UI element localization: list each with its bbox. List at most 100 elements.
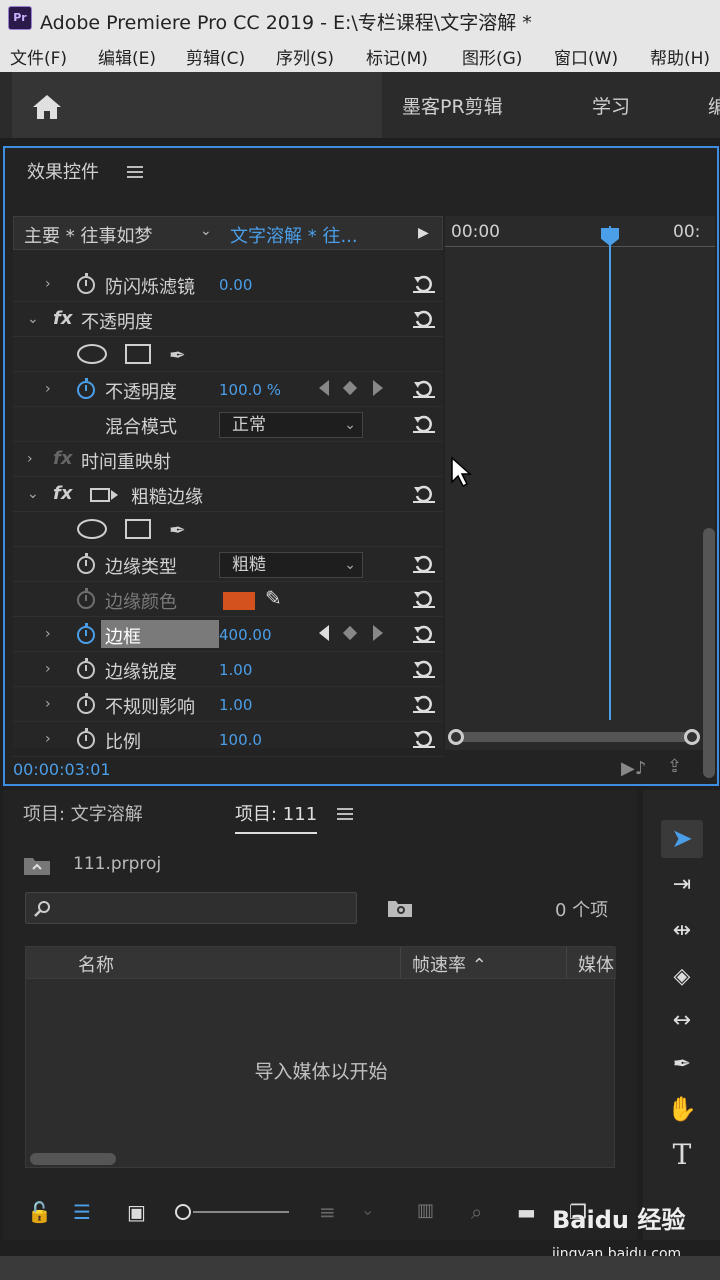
menu-graphics[interactable]: 图形(G) bbox=[462, 44, 522, 69]
panel-title[interactable]: 效果控件 bbox=[27, 158, 99, 184]
sequence-clip-label[interactable]: 文字溶解 * 往... bbox=[230, 222, 358, 248]
search-input[interactable] bbox=[25, 892, 357, 924]
zoom-slider-handle[interactable] bbox=[175, 1204, 191, 1220]
ellipse-mask-icon[interactable] bbox=[77, 344, 107, 364]
new-bin-icon[interactable]: ▬ bbox=[517, 1200, 536, 1224]
workspace-tab-custom[interactable]: 墨客PR剪辑 bbox=[402, 92, 503, 119]
type-tool-icon[interactable]: T bbox=[661, 1136, 703, 1174]
icon-view-icon[interactable]: ▣ bbox=[127, 1200, 146, 1224]
slip-tool-icon[interactable]: ↔ bbox=[661, 1002, 703, 1040]
chevron-right-icon[interactable]: › bbox=[45, 626, 51, 642]
effect-timeline[interactable]: 00:00 00: bbox=[445, 216, 715, 750]
property-value[interactable]: 1.00 bbox=[219, 696, 252, 714]
chevron-down-icon[interactable]: ⌄ bbox=[27, 311, 39, 327]
stopwatch-icon[interactable] bbox=[77, 553, 95, 574]
chevron-down-icon[interactable]: ⌄ bbox=[27, 486, 39, 502]
play-right-icon[interactable]: ▶ bbox=[418, 225, 429, 241]
workspace-tab-edit[interactable]: 编 bbox=[708, 92, 720, 119]
menu-marker[interactable]: 标记(M) bbox=[366, 44, 428, 69]
workspace-tab-learning[interactable]: 学习 bbox=[592, 92, 630, 119]
playhead-line[interactable] bbox=[609, 226, 611, 720]
fx-icon[interactable]: fx bbox=[53, 483, 72, 504]
pen-mask-icon[interactable]: ✒ bbox=[169, 518, 186, 542]
chevron-down-icon[interactable]: ⌄ bbox=[200, 223, 212, 239]
chevron-right-icon[interactable]: › bbox=[27, 451, 33, 467]
horizontal-scrollbar[interactable] bbox=[30, 1153, 116, 1165]
add-keyframe-icon[interactable] bbox=[342, 380, 358, 396]
add-keyframe-icon[interactable] bbox=[342, 625, 358, 641]
master-clip-label[interactable]: 主要 * 往事如梦 bbox=[24, 222, 152, 248]
menu-file[interactable]: 文件(F) bbox=[10, 44, 67, 69]
fx-icon[interactable]: fx bbox=[53, 308, 72, 329]
pen-mask-icon[interactable]: ✒ bbox=[169, 343, 186, 367]
vertical-scrollbar[interactable] bbox=[703, 528, 715, 778]
fx-icon[interactable]: fx bbox=[53, 448, 72, 469]
tab-project-text-dissolve[interactable]: 项目: 文字溶解 bbox=[23, 800, 143, 826]
selection-tool-icon[interactable]: ➤ bbox=[661, 820, 703, 858]
reset-icon[interactable] bbox=[413, 379, 435, 399]
chevron-down-icon[interactable]: ⌄ bbox=[361, 1200, 374, 1219]
zoom-slider-track[interactable] bbox=[193, 1211, 289, 1213]
export-icon[interactable]: ⇪ bbox=[667, 756, 682, 777]
sort-icon[interactable]: ≡ bbox=[319, 1200, 336, 1224]
timecode[interactable]: 00:00:03:01 bbox=[13, 760, 111, 779]
reset-icon[interactable] bbox=[413, 414, 435, 434]
property-value[interactable]: 0.00 bbox=[219, 276, 252, 294]
chevron-right-icon[interactable]: › bbox=[45, 381, 51, 397]
playhead-handle[interactable] bbox=[601, 228, 619, 246]
blend-mode-dropdown[interactable]: 正常 ⌄ bbox=[219, 412, 363, 438]
menu-edit[interactable]: 编辑(E) bbox=[98, 44, 156, 69]
reset-icon[interactable] bbox=[413, 659, 435, 679]
pen-tool-icon[interactable]: ✒ bbox=[661, 1046, 703, 1084]
find-icon[interactable]: ⌕ bbox=[471, 1200, 482, 1224]
reset-icon[interactable] bbox=[413, 729, 435, 749]
stopwatch-icon[interactable] bbox=[77, 728, 95, 749]
panel-menu-icon[interactable] bbox=[127, 166, 143, 178]
column-media[interactable]: 媒体 bbox=[578, 951, 614, 977]
stopwatch-icon[interactable] bbox=[77, 693, 95, 714]
rectangle-mask-icon[interactable] bbox=[125, 344, 151, 364]
reset-icon[interactable] bbox=[413, 589, 435, 609]
reset-icon[interactable] bbox=[413, 309, 435, 329]
previous-keyframe-icon[interactable] bbox=[319, 625, 329, 641]
column-name[interactable]: 名称 bbox=[78, 951, 114, 977]
property-value[interactable]: 400.00 bbox=[219, 626, 272, 644]
transform-box-icon[interactable] bbox=[89, 486, 119, 504]
play-audio-icon[interactable]: ▶♪ bbox=[621, 758, 646, 779]
property-value[interactable]: 100.0 % bbox=[219, 381, 281, 399]
property-value[interactable]: 100.0 bbox=[219, 731, 262, 749]
panel-menu-icon[interactable] bbox=[337, 808, 353, 820]
reset-icon[interactable] bbox=[413, 694, 435, 714]
reset-icon[interactable] bbox=[413, 274, 435, 294]
folder-up-icon[interactable] bbox=[23, 854, 51, 876]
column-frame-rate[interactable]: 帧速率 ⌃ bbox=[412, 951, 487, 977]
chevron-right-icon[interactable]: › bbox=[45, 731, 51, 747]
menu-clip[interactable]: 剪辑(C) bbox=[186, 44, 245, 69]
menu-sequence[interactable]: 序列(S) bbox=[276, 44, 334, 69]
scroll-handle-right[interactable] bbox=[684, 729, 700, 745]
edge-type-dropdown[interactable]: 粗糙 ⌄ bbox=[219, 552, 363, 578]
ripple-edit-tool-icon[interactable]: ⇹ bbox=[661, 912, 703, 950]
lock-icon[interactable]: 🔓 bbox=[27, 1200, 52, 1224]
property-value[interactable]: 1.00 bbox=[219, 661, 252, 679]
new-search-bin-icon[interactable] bbox=[387, 898, 413, 918]
eyedropper-icon[interactable]: ✎ bbox=[265, 586, 282, 610]
list-view-icon[interactable]: ☰ bbox=[73, 1200, 91, 1224]
menu-help[interactable]: 帮助(H) bbox=[650, 44, 710, 69]
scroll-handle-left[interactable] bbox=[448, 729, 464, 745]
menu-window[interactable]: 窗口(W) bbox=[554, 44, 618, 69]
tab-project-111[interactable]: 项目: 111 bbox=[235, 800, 318, 834]
next-keyframe-icon[interactable] bbox=[373, 380, 383, 396]
home-icon[interactable] bbox=[32, 94, 62, 120]
chevron-right-icon[interactable]: › bbox=[45, 661, 51, 677]
reset-icon[interactable] bbox=[413, 624, 435, 644]
color-swatch[interactable] bbox=[223, 592, 255, 610]
razor-tool-icon[interactable]: ◈ bbox=[661, 958, 703, 996]
ellipse-mask-icon[interactable] bbox=[77, 519, 107, 539]
chevron-right-icon[interactable]: › bbox=[45, 696, 51, 712]
stopwatch-icon[interactable] bbox=[77, 273, 95, 294]
chevron-right-icon[interactable]: › bbox=[45, 276, 51, 292]
hand-tool-icon[interactable]: ✋ bbox=[661, 1090, 703, 1128]
timeline-zoom-scrollbar[interactable] bbox=[448, 729, 700, 745]
automate-icon[interactable]: ▥ bbox=[417, 1200, 434, 1221]
